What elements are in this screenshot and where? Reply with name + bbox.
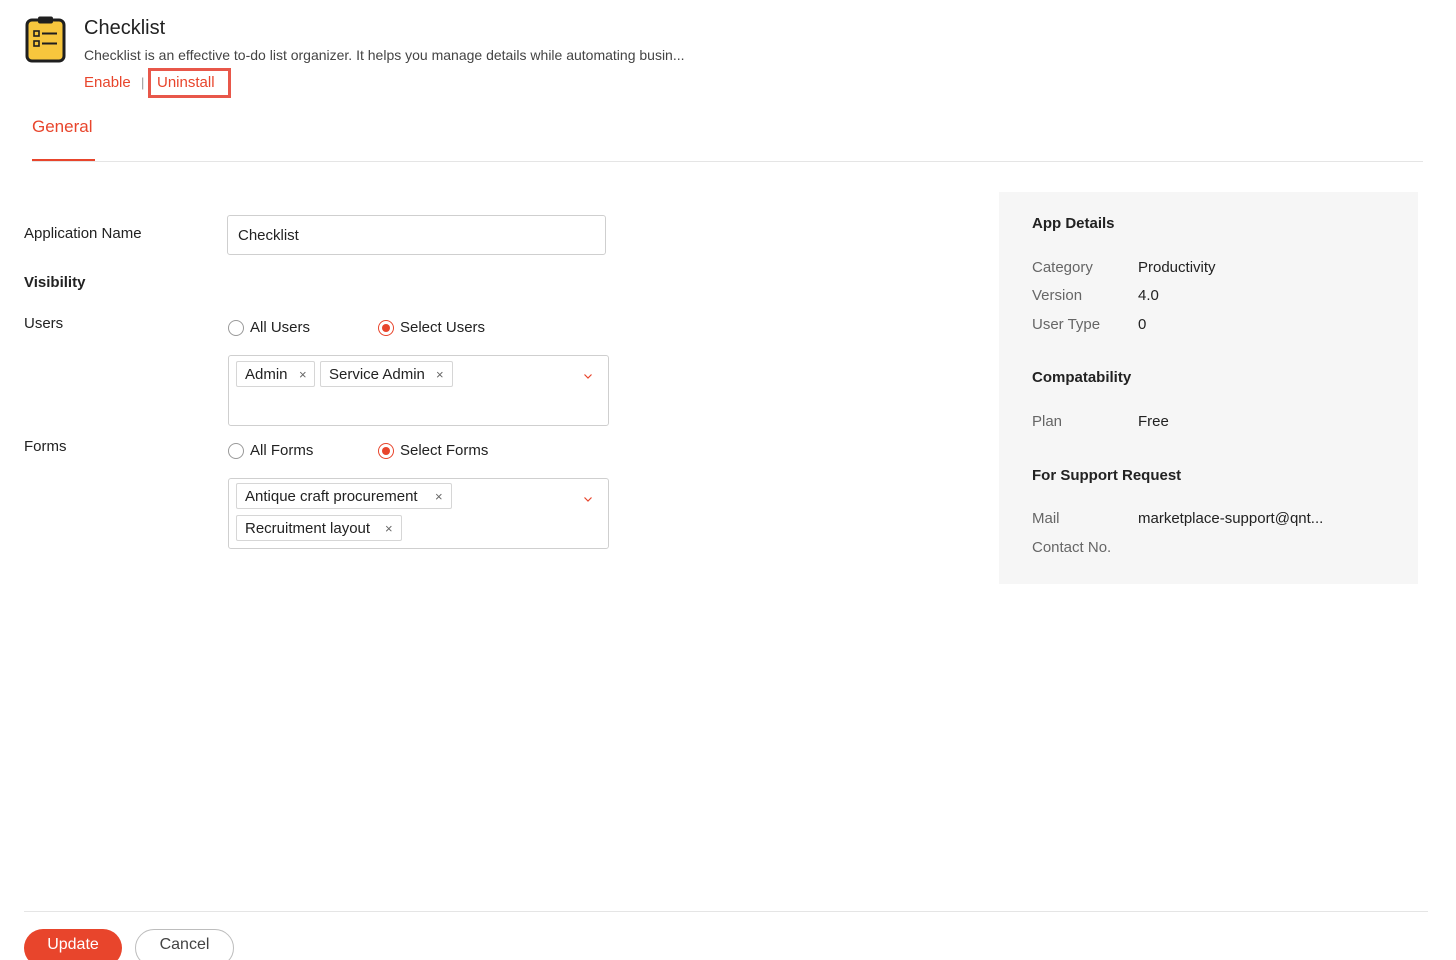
plan-key: Plan: [1032, 413, 1063, 430]
all-forms-radio-label: All Forms: [250, 442, 314, 459]
update-button[interactable]: Update: [24, 929, 122, 960]
remove-tag-icon[interactable]: ×: [436, 367, 444, 382]
footer-divider: [24, 911, 1428, 912]
application-name-input[interactable]: [227, 215, 606, 255]
category-value: Productivity: [1138, 259, 1216, 276]
app-description: Checklist is an effective to-do list org…: [84, 47, 685, 63]
app-title: Checklist: [84, 17, 166, 39]
version-key: Version: [1032, 287, 1083, 304]
mail-value: marketplace-support@qnt...: [1138, 510, 1324, 527]
all-users-radio[interactable]: All Users: [228, 319, 310, 336]
form-tag-recruitment-layout: Recruitment layout ×: [236, 515, 402, 541]
cancel-button[interactable]: Cancel: [135, 929, 234, 960]
radio-checked-icon: [378, 442, 394, 459]
form-tag-antique-craft-procurement: Antique craft procurement ×: [236, 483, 452, 509]
user-type-value: 0: [1138, 316, 1147, 333]
version-value: 4.0: [1138, 287, 1159, 304]
uninstall-link[interactable]: Uninstall: [148, 68, 231, 98]
chevron-down-icon[interactable]: [583, 371, 593, 381]
all-forms-radio[interactable]: All Forms: [228, 442, 313, 459]
contact-key: Contact No.: [1032, 539, 1112, 556]
category-key: Category: [1032, 259, 1093, 276]
user-tag-service-admin: Service Admin ×: [320, 361, 453, 387]
visibility-heading: Visibility: [24, 274, 86, 291]
chevron-down-icon[interactable]: [583, 494, 593, 504]
users-multiselect[interactable]: Admin × Service Admin ×: [228, 355, 609, 426]
all-users-radio-label: All Users: [250, 319, 311, 336]
user-tag-label: Admin: [245, 366, 288, 383]
user-tag-admin: Admin ×: [236, 361, 315, 387]
select-users-radio-label: Select Users: [400, 319, 486, 336]
mail-key: Mail: [1032, 510, 1060, 527]
app-details-heading: App Details: [1032, 215, 1115, 232]
remove-tag-icon[interactable]: ×: [435, 489, 443, 504]
remove-tag-icon[interactable]: ×: [299, 367, 307, 382]
enable-link[interactable]: Enable: [84, 74, 131, 91]
user-tag-label: Service Admin: [329, 366, 425, 383]
action-separator: |: [141, 75, 145, 90]
clipboard-checklist-icon: [25, 16, 66, 63]
select-forms-radio[interactable]: Select Forms: [378, 442, 488, 459]
form-tag-label: Recruitment layout: [245, 520, 371, 537]
application-name-label: Application Name: [24, 225, 142, 242]
support-heading: For Support Request: [1032, 467, 1182, 484]
select-forms-radio-label: Select Forms: [400, 442, 489, 459]
radio-checked-icon: [378, 319, 394, 336]
tab-divider: [32, 161, 1423, 162]
select-users-radio[interactable]: Select Users: [378, 319, 485, 336]
compatibility-heading: Compatability: [1032, 369, 1132, 386]
users-label: Users: [24, 315, 64, 332]
radio-unchecked-icon: [228, 319, 244, 336]
app-details-panel: App Details Category Productivity Versio…: [999, 192, 1418, 584]
remove-tag-icon[interactable]: ×: [385, 521, 393, 536]
tab-general[interactable]: General: [32, 117, 92, 137]
radio-unchecked-icon: [228, 442, 244, 459]
form-tag-label: Antique craft procurement: [245, 488, 418, 505]
user-type-key: User Type: [1032, 316, 1101, 333]
forms-label: Forms: [24, 438, 67, 455]
forms-multiselect[interactable]: Antique craft procurement × Recruitment …: [228, 478, 609, 549]
plan-value: Free: [1138, 413, 1169, 430]
